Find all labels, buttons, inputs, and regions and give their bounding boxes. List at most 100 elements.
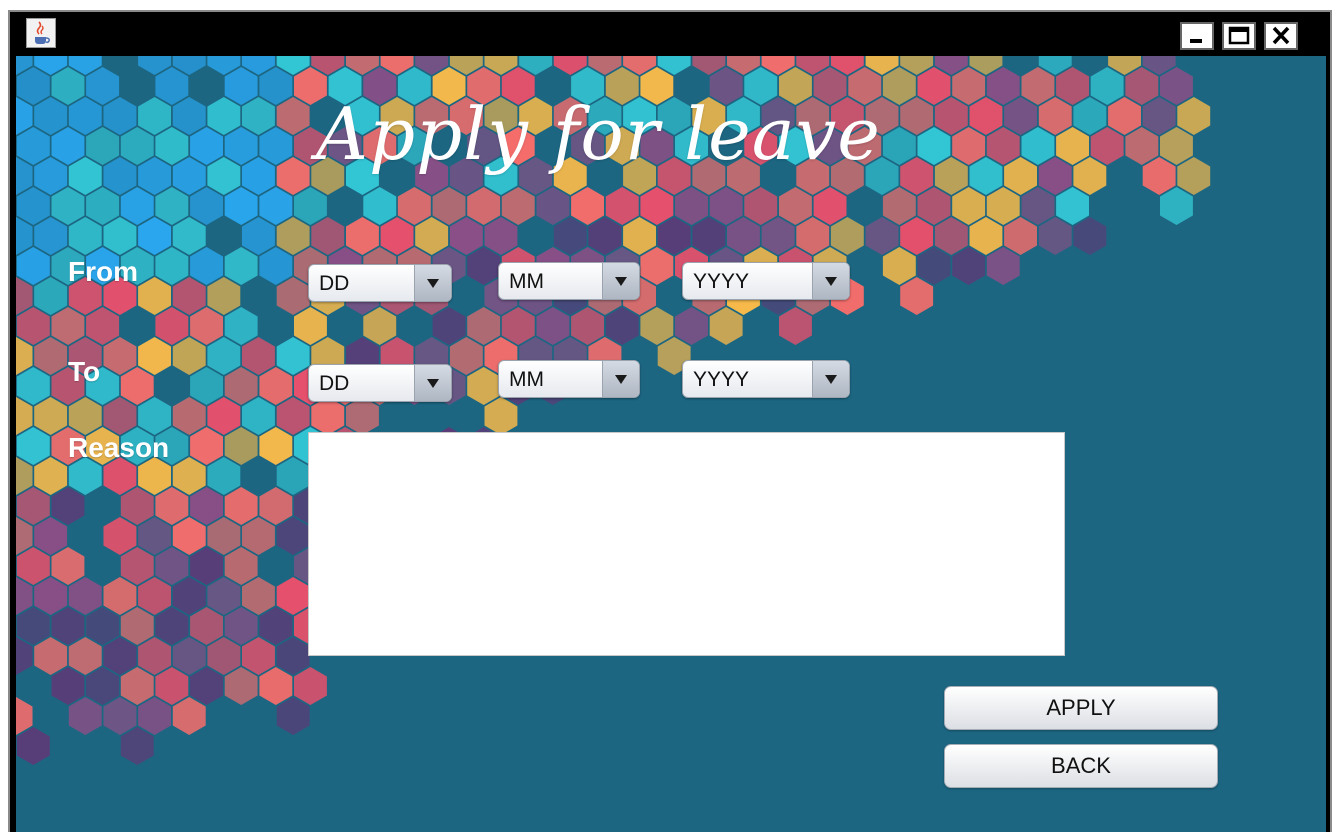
hexagon-tile [276,397,310,435]
hexagon-tile [207,577,241,615]
to-year-select[interactable]: YYYY [682,360,850,398]
hexagon-tile [224,607,258,645]
hexagon-tile [68,397,102,435]
hexagon-tile [172,277,206,315]
hexagon-tile [138,157,171,195]
hexagon-tile [120,727,154,765]
hexagon-tile [1142,157,1176,195]
hexagon-tile [709,187,743,225]
from-year-select[interactable]: YYYY [682,262,850,300]
hexagon-tile [51,187,85,225]
hexagon-tile [259,427,293,465]
hexagon-tile [432,187,466,225]
maximize-icon[interactable] [1222,22,1256,50]
hexagon-tile [207,517,241,555]
to-day-select[interactable]: DD [308,364,452,402]
to-label: To [68,356,101,387]
chevron-down-icon[interactable] [602,263,639,299]
chevron-down-icon[interactable] [602,361,639,397]
hexagon-tile [172,577,206,615]
hexagon-tile [51,607,85,645]
chevron-down-icon[interactable] [414,365,451,401]
hexagon-tile [34,277,68,315]
hexagon-tile [1021,127,1055,165]
hexagon-tile [34,157,68,195]
hexagon-tile [986,187,1020,225]
hexagon-tile [709,307,743,345]
hexagon-tile [138,397,171,435]
hexagon-tile [207,397,241,435]
hexagon-tile [103,157,137,195]
hexagon-tile [242,577,275,615]
hexagon-tile [259,487,293,525]
close-icon[interactable] [1264,22,1298,50]
hexagon-tile [155,487,189,525]
hexagon-tile [432,307,466,345]
hexagon-tile [259,127,293,165]
hexagon-tile [190,187,223,225]
hexagon-tile [449,217,483,255]
hexagon-tile [207,277,241,315]
chevron-down-icon[interactable] [414,265,451,301]
hexagon-tile [172,457,206,495]
from-day-select[interactable]: DD [308,264,452,302]
hexagon-tile [986,247,1020,285]
from-month-select[interactable]: MM [498,262,640,300]
hexagon-tile [830,217,864,255]
hexagon-tile [1177,97,1211,135]
from-month-value: MM [509,270,544,293]
hexagon-tile [294,187,327,225]
hexagon-tile [86,67,120,105]
leave-form-panel: Apply for leave From To Reason DD MM YYY… [16,56,1326,832]
hexagon-tile [1038,97,1072,135]
hexagon-tile [34,577,68,615]
to-month-value: MM [509,368,544,391]
hexagon-tile [68,637,102,675]
hexagon-tile [51,547,85,585]
hexagon-tile [224,127,258,165]
hexagon-tile [675,307,708,345]
hexagon-tile [969,97,1003,135]
hexagon-tile [363,187,397,225]
hexagon-tile [190,487,223,525]
back-button[interactable]: BACK [944,744,1218,788]
hexagon-tile [276,157,310,195]
title-bar[interactable] [10,12,1330,56]
hexagon-tile [138,697,171,735]
hexagon-tile [224,367,258,405]
hexagon-tile [155,667,189,705]
hexagon-tile [1160,67,1193,105]
hexagon-tile [86,607,120,645]
hexagon-tile [103,517,137,555]
hexagon-tile [1056,187,1089,225]
hexagon-tile [224,547,258,585]
hexagon-tile [571,307,604,345]
reason-textarea[interactable] [308,432,1065,656]
hexagon-tile [640,307,674,345]
hexagon-tile [120,127,154,165]
minimize-icon[interactable] [1180,22,1214,50]
hexagon-tile [224,187,258,225]
from-year-value: YYYY [693,270,750,293]
hexagon-tile [1056,127,1089,165]
hexagon-tile [276,217,310,255]
hexagon-tile [744,187,778,225]
hexagon-tile [917,127,951,165]
hexagon-tile [934,217,968,255]
to-month-select[interactable]: MM [498,360,640,398]
hexagon-tile [536,307,570,345]
apply-button[interactable]: APPLY [944,686,1218,730]
chevron-down-icon[interactable] [812,263,849,299]
hexagon-tile [900,157,934,195]
java-cup-icon [26,18,56,48]
hexagon-tile [68,97,102,135]
reason-label: Reason [68,432,170,463]
hexagon-tile [397,187,431,225]
hexagon-tile [276,577,310,615]
chevron-down-icon[interactable] [812,361,849,397]
hexagon-tile [120,667,154,705]
hexagon-tile [1004,157,1037,195]
hexagon-tile [675,187,708,225]
hexagon-tile [34,457,68,495]
hexagon-tile [138,637,171,675]
